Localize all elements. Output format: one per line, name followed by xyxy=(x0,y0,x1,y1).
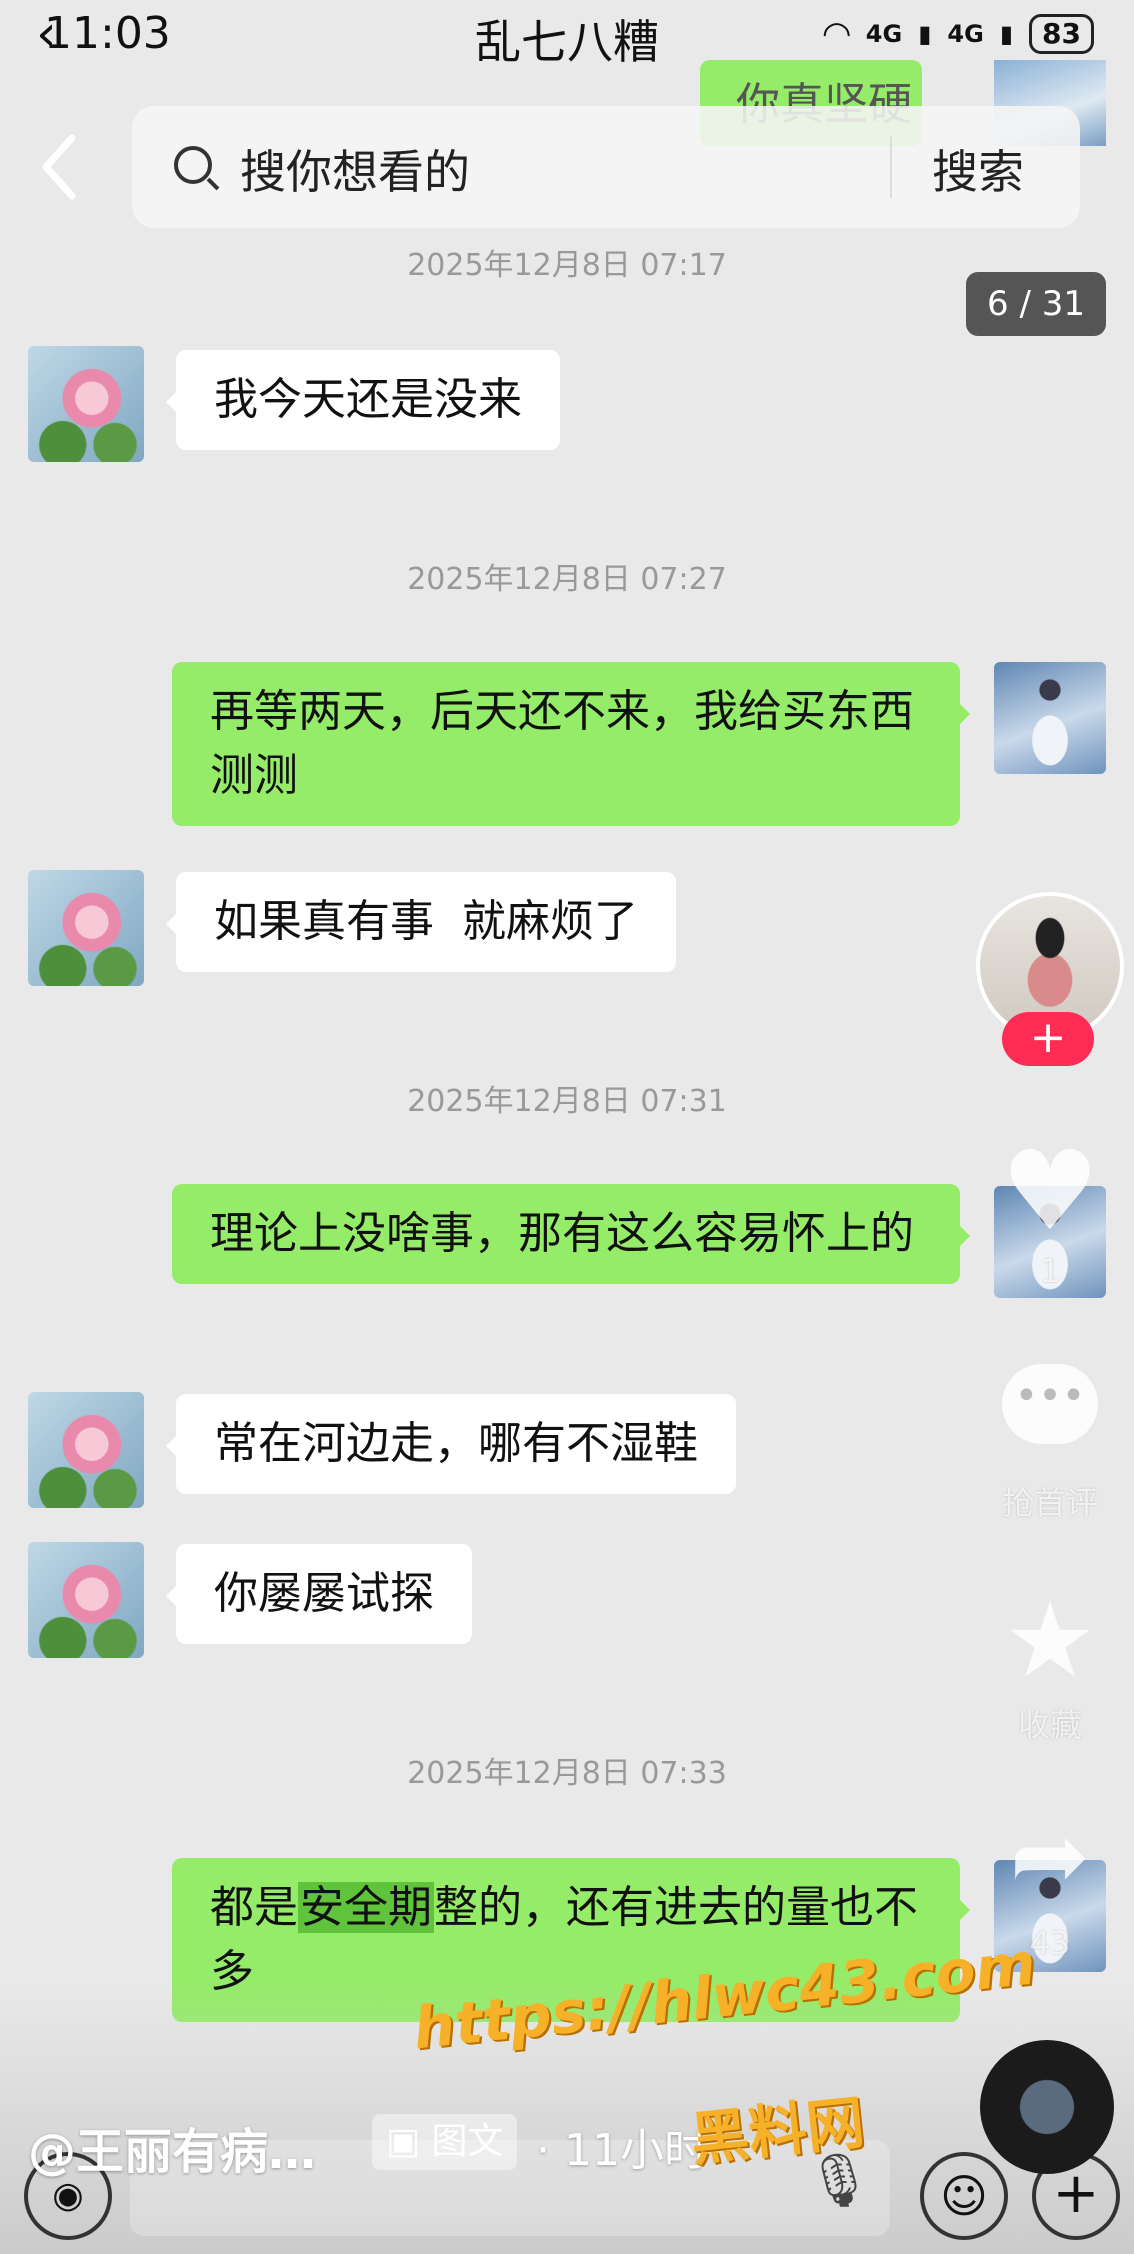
message-text: 如果真有事 就麻烦了 xyxy=(214,896,638,947)
timestamp: 2025年12月8日 07:17 xyxy=(407,248,727,283)
share-arrow-icon: ➦ xyxy=(1009,1800,1091,1912)
timestamp: 2025年12月8日 07:27 xyxy=(407,562,727,597)
comment-label: 抢首评 xyxy=(1001,1484,1098,1522)
message-text: 再等两天，后天还不来，我给买东西测测 xyxy=(210,686,914,801)
signal-bars-icon: ▮ xyxy=(918,20,932,48)
message-text: 我今天还是没来 xyxy=(214,374,522,425)
message-bubble-left: 如果真有事 就麻烦了 xyxy=(166,872,676,972)
status-icons: ◠ 4G ▮ 4G ▮ 83 xyxy=(824,14,1094,54)
timestamp: 2025年12月8日 07:33 xyxy=(407,1756,727,1791)
search-icon xyxy=(174,146,212,184)
message-text-pre: 都是 xyxy=(210,1882,298,1933)
comment-button[interactable]: ••• xyxy=(994,1364,1106,1444)
message-bubble-left: 我今天还是没来 xyxy=(166,350,560,450)
search-divider xyxy=(890,136,892,198)
signal-4g-1: 4G xyxy=(865,20,903,48)
wifi-icon: ◠ xyxy=(823,14,850,54)
signal-bars-icon: ▮ xyxy=(999,20,1014,48)
avatar-left[interactable] xyxy=(28,1542,144,1658)
message-bubble-right: 理论上没啥事，那有这么容易怀上的 xyxy=(172,1184,970,1284)
avatar-left[interactable] xyxy=(28,346,144,462)
heart-icon: ♥ xyxy=(1000,1127,1100,1255)
star-icon: ★ xyxy=(1003,1579,1097,1701)
back-arrow-icon[interactable] xyxy=(38,132,82,202)
like-button[interactable]: ♥ xyxy=(994,1136,1106,1246)
message-bubble-left: 常在河边走，哪有不湿鞋 xyxy=(166,1394,736,1494)
search-bar[interactable]: 搜你想看的 搜索 xyxy=(132,106,1080,228)
signal-4g-2: 4G xyxy=(947,20,984,48)
post-time: · 11小时 xyxy=(536,2125,708,2176)
status-bar: ‹ 11:03 乱七八糟 ◠ 4G ▮ 4G ▮ 83 xyxy=(0,0,1134,70)
message-bubble-left: 你屡屡试探 xyxy=(166,1544,472,1644)
favorite-label: 收藏 xyxy=(1017,1706,1082,1744)
avatar-left[interactable] xyxy=(28,870,144,986)
message-bubble-right: 再等两天，后天还不来，我给买东西测测 xyxy=(172,662,970,826)
message-text-highlight: 安全期 xyxy=(298,1882,434,1933)
post-type-tag: ▣ 图文 xyxy=(372,2114,518,2170)
author-handle[interactable]: @王丽有病… xyxy=(28,2112,316,2182)
search-button[interactable]: 搜索 xyxy=(932,136,1024,202)
post-type-label: 图文 xyxy=(431,2121,504,2162)
emoji-icon[interactable]: ☺ xyxy=(920,2152,1008,2240)
comment-icon: ••• xyxy=(1002,1364,1098,1444)
message-text: 你屡屡试探 xyxy=(214,1568,434,1619)
follow-button[interactable]: + xyxy=(1002,1012,1094,1066)
battery-indicator: 83 xyxy=(1029,14,1094,54)
music-disc-icon[interactable] xyxy=(980,2040,1114,2174)
message-text: 常在河边走，哪有不湿鞋 xyxy=(214,1418,698,1469)
avatar-right[interactable] xyxy=(994,662,1106,774)
like-count: 1 xyxy=(1039,1252,1061,1290)
message-text: 理论上没啥事，那有这么容易怀上的 xyxy=(210,1208,914,1259)
search-input[interactable]: 搜你想看的 xyxy=(240,136,470,202)
timestamp: 2025年12月8日 07:31 xyxy=(407,1084,727,1119)
avatar-left[interactable] xyxy=(28,1392,144,1508)
favorite-button[interactable]: ★ xyxy=(994,1588,1106,1692)
image-icon: ▣ xyxy=(386,2121,421,2162)
share-button[interactable]: ➦ xyxy=(994,1808,1106,1904)
